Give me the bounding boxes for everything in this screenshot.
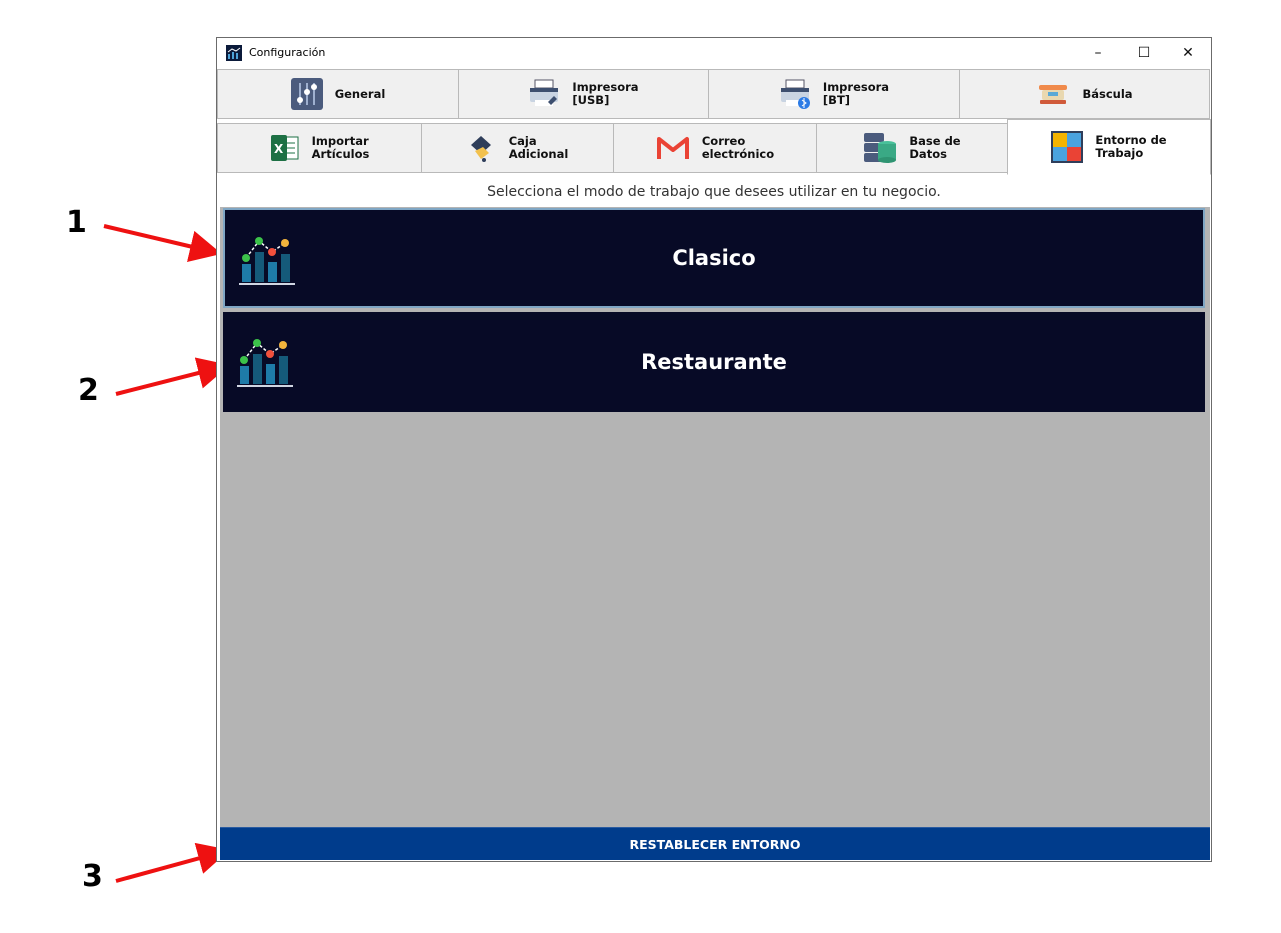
tab-extra-cash-drawer[interactable]: Caja Adicional bbox=[421, 123, 614, 173]
gmail-icon bbox=[656, 137, 689, 159]
mode-classic-button[interactable]: Clasico bbox=[223, 208, 1205, 308]
window-title: Configuración bbox=[249, 46, 326, 59]
tab-printer-bt-label: Impresora [BT] bbox=[822, 80, 890, 107]
svg-text:X: X bbox=[274, 142, 284, 156]
printer-usb-icon bbox=[530, 79, 559, 106]
tab-general[interactable]: General bbox=[217, 69, 459, 119]
annotation-arrow-1 bbox=[103, 224, 222, 263]
excel-icon: X bbox=[270, 135, 299, 161]
tab-work-environment[interactable]: Entorno de Trabajo bbox=[1007, 119, 1211, 175]
title-bar: Configuración – ☐ ✕ bbox=[217, 38, 1211, 68]
reset-environment-button[interactable]: RESTABLECER ENTORNO bbox=[220, 827, 1210, 860]
tab-printer-bt[interactable]: Impresora [BT] bbox=[708, 69, 960, 119]
tab-scale-label: Báscula bbox=[1082, 86, 1133, 101]
tab-printer-usb[interactable]: Impresora [USB] bbox=[458, 69, 709, 119]
instruction-text: Selecciona el modo de trabajo que desees… bbox=[487, 184, 941, 200]
database-icon bbox=[864, 133, 897, 163]
maximize-button[interactable]: ☐ bbox=[1121, 38, 1167, 68]
annotation-arrow-3 bbox=[115, 842, 230, 883]
mode-list-panel: Clasico Restaurante bbox=[220, 207, 1210, 827]
mode-classic-label: Clasico bbox=[672, 246, 756, 270]
tab-row-top: General Impresora [USB] Impresora [BT] B… bbox=[217, 69, 1210, 121]
configuration-window: Configuración – ☐ ✕ General Impresora [U… bbox=[216, 37, 1212, 862]
annotation-arrow-2 bbox=[115, 357, 230, 396]
tab-email-label: Correo electrónico bbox=[701, 134, 775, 161]
tab-printer-usb-label: Impresora [USB] bbox=[572, 80, 639, 107]
printer-bluetooth-icon bbox=[780, 79, 810, 109]
mode-restaurant-button[interactable]: Restaurante bbox=[223, 312, 1205, 412]
tab-database[interactable]: Base de Datos bbox=[816, 123, 1008, 173]
sliders-icon bbox=[290, 78, 323, 110]
tab-work-environment-label: Entorno de Trabajo bbox=[1095, 133, 1167, 160]
tab-import-items-label: Importar Artículos bbox=[311, 134, 370, 161]
scale-icon bbox=[1039, 85, 1068, 104]
cash-drawer-icon bbox=[470, 136, 491, 162]
close-button[interactable]: ✕ bbox=[1165, 38, 1211, 68]
puzzle-icon bbox=[1051, 131, 1084, 163]
tab-general-label: General bbox=[334, 86, 386, 101]
tab-email[interactable]: Correo electrónico bbox=[613, 123, 817, 173]
tab-extra-cash-drawer-label: Caja Adicional bbox=[508, 134, 569, 161]
tab-database-label: Base de Datos bbox=[909, 134, 961, 161]
minimize-button[interactable]: – bbox=[1075, 38, 1121, 68]
tab-row-bottom: X Importar Artículos Caja Adicional Corr… bbox=[217, 119, 1211, 175]
tab-scale[interactable]: Báscula bbox=[959, 69, 1210, 119]
tab-import-items[interactable]: X Importar Artículos bbox=[217, 123, 422, 173]
mode-restaurant-label: Restaurante bbox=[641, 350, 787, 374]
app-chart-icon bbox=[226, 45, 242, 61]
